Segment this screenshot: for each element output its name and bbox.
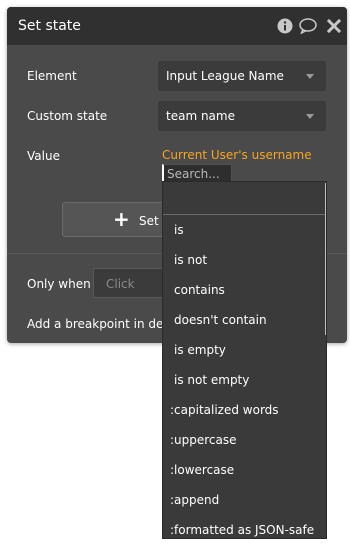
dropdown-item[interactable]: is empty <box>163 335 326 365</box>
custom-state-label: Custom state <box>27 109 108 123</box>
close-icon[interactable] <box>327 19 341 33</box>
dropdown-item[interactable]: is not empty <box>163 365 326 395</box>
only-when-placeholder: Click <box>106 277 135 291</box>
info-icon[interactable] <box>277 18 293 34</box>
set-button-label: Set <box>139 214 159 228</box>
value-expression[interactable]: Current User's username <box>162 148 312 162</box>
element-value: Input League Name <box>166 69 284 83</box>
set-button[interactable]: + Set <box>62 202 172 237</box>
dropdown-item[interactable]: :formatted as JSON-safe <box>163 515 326 538</box>
dropdown-search-area[interactable] <box>163 182 326 215</box>
dropdown-item[interactable]: :capitalized words <box>163 395 326 425</box>
dropdown-item[interactable]: is not <box>163 245 326 275</box>
dropdown-item[interactable]: :lowercase <box>163 455 326 485</box>
operator-dropdown: is is not contains doesn't contain is em… <box>162 181 327 539</box>
element-label: Element <box>27 69 77 83</box>
panel-title: Set state <box>18 18 81 34</box>
custom-state-select[interactable]: team name <box>158 101 326 131</box>
only-when-label: Only when <box>27 277 91 291</box>
dropdown-item[interactable]: :append <box>163 485 326 515</box>
dropdown-item[interactable]: :uppercase <box>163 425 326 455</box>
custom-state-value: team name <box>166 109 235 123</box>
chevron-down-icon <box>306 74 314 79</box>
value-label: Value <box>27 149 60 163</box>
chevron-down-icon <box>306 114 314 119</box>
dropdown-item[interactable]: contains <box>163 275 326 305</box>
dropdown-item[interactable]: is <box>163 215 326 245</box>
breakpoint-label: Add a breakpoint in deb <box>27 317 171 331</box>
dropdown-item[interactable]: doesn't contain <box>163 305 326 335</box>
comment-icon[interactable] <box>299 18 317 34</box>
panel-header: Set state <box>7 7 347 45</box>
element-select[interactable]: Input League Name <box>158 61 326 91</box>
plus-icon: + <box>113 207 130 231</box>
